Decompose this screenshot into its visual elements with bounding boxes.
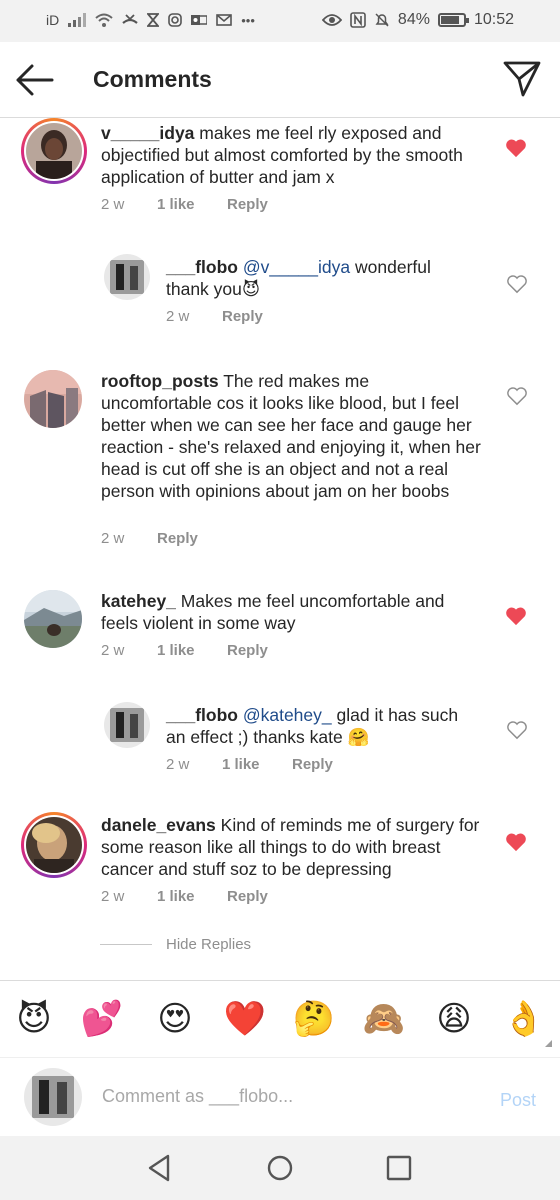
comment-mention[interactable]: @v_____idya [243,257,350,277]
comment-time: 2 w [101,530,125,547]
status-left-group: iD ••• [46,12,255,28]
comment-likes[interactable]: 1 like [222,756,292,773]
emoji-thinking-button[interactable]: 🤔 [292,999,336,1039]
reply-button[interactable]: Reply [157,530,198,547]
battery-fill [440,16,459,24]
post-button[interactable]: Post [500,1090,536,1111]
hide-replies-label: Hide Replies [166,936,252,953]
avatar-story-ring[interactable] [21,812,87,878]
comment-text: rooftop_posts The red makes me uncomfort… [101,370,481,502]
comment-text: katehey_ Makes me feel uncomfortable and… [101,590,481,634]
arrow-left-icon [16,64,54,96]
nav-back-icon[interactable] [144,1152,176,1184]
more-dots-icon: ••• [241,12,255,28]
comments-list: v_____idya makes me feel rly exposed and… [0,118,560,980]
heart-outline-icon[interactable] [506,386,528,406]
comment-meta: 2 w 1 like Reply [101,642,268,659]
mute-bell-icon [375,13,389,27]
heart-filled-icon[interactable] [505,138,527,158]
comment-time: 2 w [166,756,190,773]
comment-text: ___flobo @v_____idya wonderful thank you… [166,256,476,300]
battery-icon [437,13,469,27]
reply-button[interactable]: Reply [227,196,268,213]
avatar[interactable] [104,702,150,748]
comment-time: 2 w [101,642,125,659]
comment-time: 2 w [101,196,125,213]
comment-likes[interactable]: 1 like [157,196,227,213]
hide-replies-button[interactable]: Hide Replies [100,936,251,953]
avatar[interactable] [104,254,150,300]
comment-text: ___flobo @katehey_ glad it has such an e… [166,704,476,748]
avatar[interactable] [24,590,82,648]
nav-recents-icon[interactable] [383,1152,415,1184]
comment-meta: 2 w 1 like Reply [166,756,333,773]
eye-icon [321,14,342,26]
resize-corner-icon [545,1040,552,1047]
comment-likes[interactable]: 1 like [157,888,227,905]
emoji-ok-hand-button[interactable]: 👌 [502,999,546,1039]
avatar[interactable] [24,370,82,428]
heart-filled-icon[interactable] [505,832,527,852]
comment-mention[interactable]: @katehey_ [243,705,332,725]
comment-meta: 2 w 1 like Reply [101,196,268,213]
comment-username[interactable]: ___flobo [166,705,238,725]
status-bar: iD ••• 84% 10:52 [0,0,560,42]
missed-call-icon [122,14,138,24]
page-title: Comments [93,66,212,92]
emoji-quick-bar: 😈 💕 😍 ❤️ 🤔 🙈 😩 👌 [0,980,560,1058]
system-nav-bar [0,1136,560,1200]
comment-username[interactable]: v_____idya [101,123,194,143]
comment-username[interactable]: katehey_ [101,591,176,611]
status-right-group: 84% 10:52 [321,11,514,29]
reply-button[interactable]: Reply [292,756,333,773]
avatar [24,1068,82,1126]
emoji-two-hearts-button[interactable]: 💕 [80,999,124,1039]
battery-percent: 84% [397,11,430,28]
comment-time: 2 w [166,308,190,325]
app-header: Comments [0,42,560,118]
emoji-see-no-evil-button[interactable]: 🙈 [362,999,406,1039]
reply-button[interactable]: Reply [227,888,268,905]
nav-home-icon[interactable] [264,1152,296,1184]
heart-outline-icon[interactable] [506,274,528,294]
paper-plane-icon [503,61,541,97]
comment-username[interactable]: danele_evans [101,815,216,835]
comment-text: v_____idya makes me feel rly exposed and… [101,122,481,188]
comment-meta: 2 w Reply [101,530,198,547]
reply-button[interactable]: Reply [222,308,263,325]
nfc-icon [350,12,366,28]
emoji-red-heart-button[interactable]: ❤️ [223,999,267,1039]
comment-input[interactable] [102,1076,472,1116]
reply-button[interactable]: Reply [227,642,268,659]
instagram-icon [168,13,183,27]
comment-text: danele_evans Kind of reminds me of surge… [101,814,481,880]
gmail-icon [216,14,233,26]
emoji-heart-eyes-button[interactable]: 😍 [153,999,197,1039]
emoji-devil-button[interactable]: 😈 [12,999,56,1039]
comment-meta: 2 w 1 like Reply [101,888,268,905]
comment-time: 2 w [101,888,125,905]
comment-likes[interactable]: 1 like [157,642,227,659]
outlook-icon [191,15,208,25]
emoji-weary-button[interactable]: 😩 [432,999,476,1039]
wifi-icon [95,13,113,27]
clock: 10:52 [473,11,514,28]
signal-icon [68,13,87,27]
divider-line [100,944,152,945]
comment-meta: 2 w Reply [166,308,263,325]
share-button[interactable] [502,58,544,100]
carrier-label: iD [46,12,60,28]
comment-composer: Post [0,1058,560,1136]
hourglass-icon [147,13,160,27]
avatar [26,123,82,179]
heart-outline-icon[interactable] [506,720,528,740]
avatar-story-ring[interactable] [21,118,87,184]
avatar [26,817,82,873]
heart-filled-icon[interactable] [505,606,527,626]
comment-username[interactable]: rooftop_posts [101,371,219,391]
back-button[interactable] [14,60,60,100]
comment-username[interactable]: ___flobo [166,257,238,277]
